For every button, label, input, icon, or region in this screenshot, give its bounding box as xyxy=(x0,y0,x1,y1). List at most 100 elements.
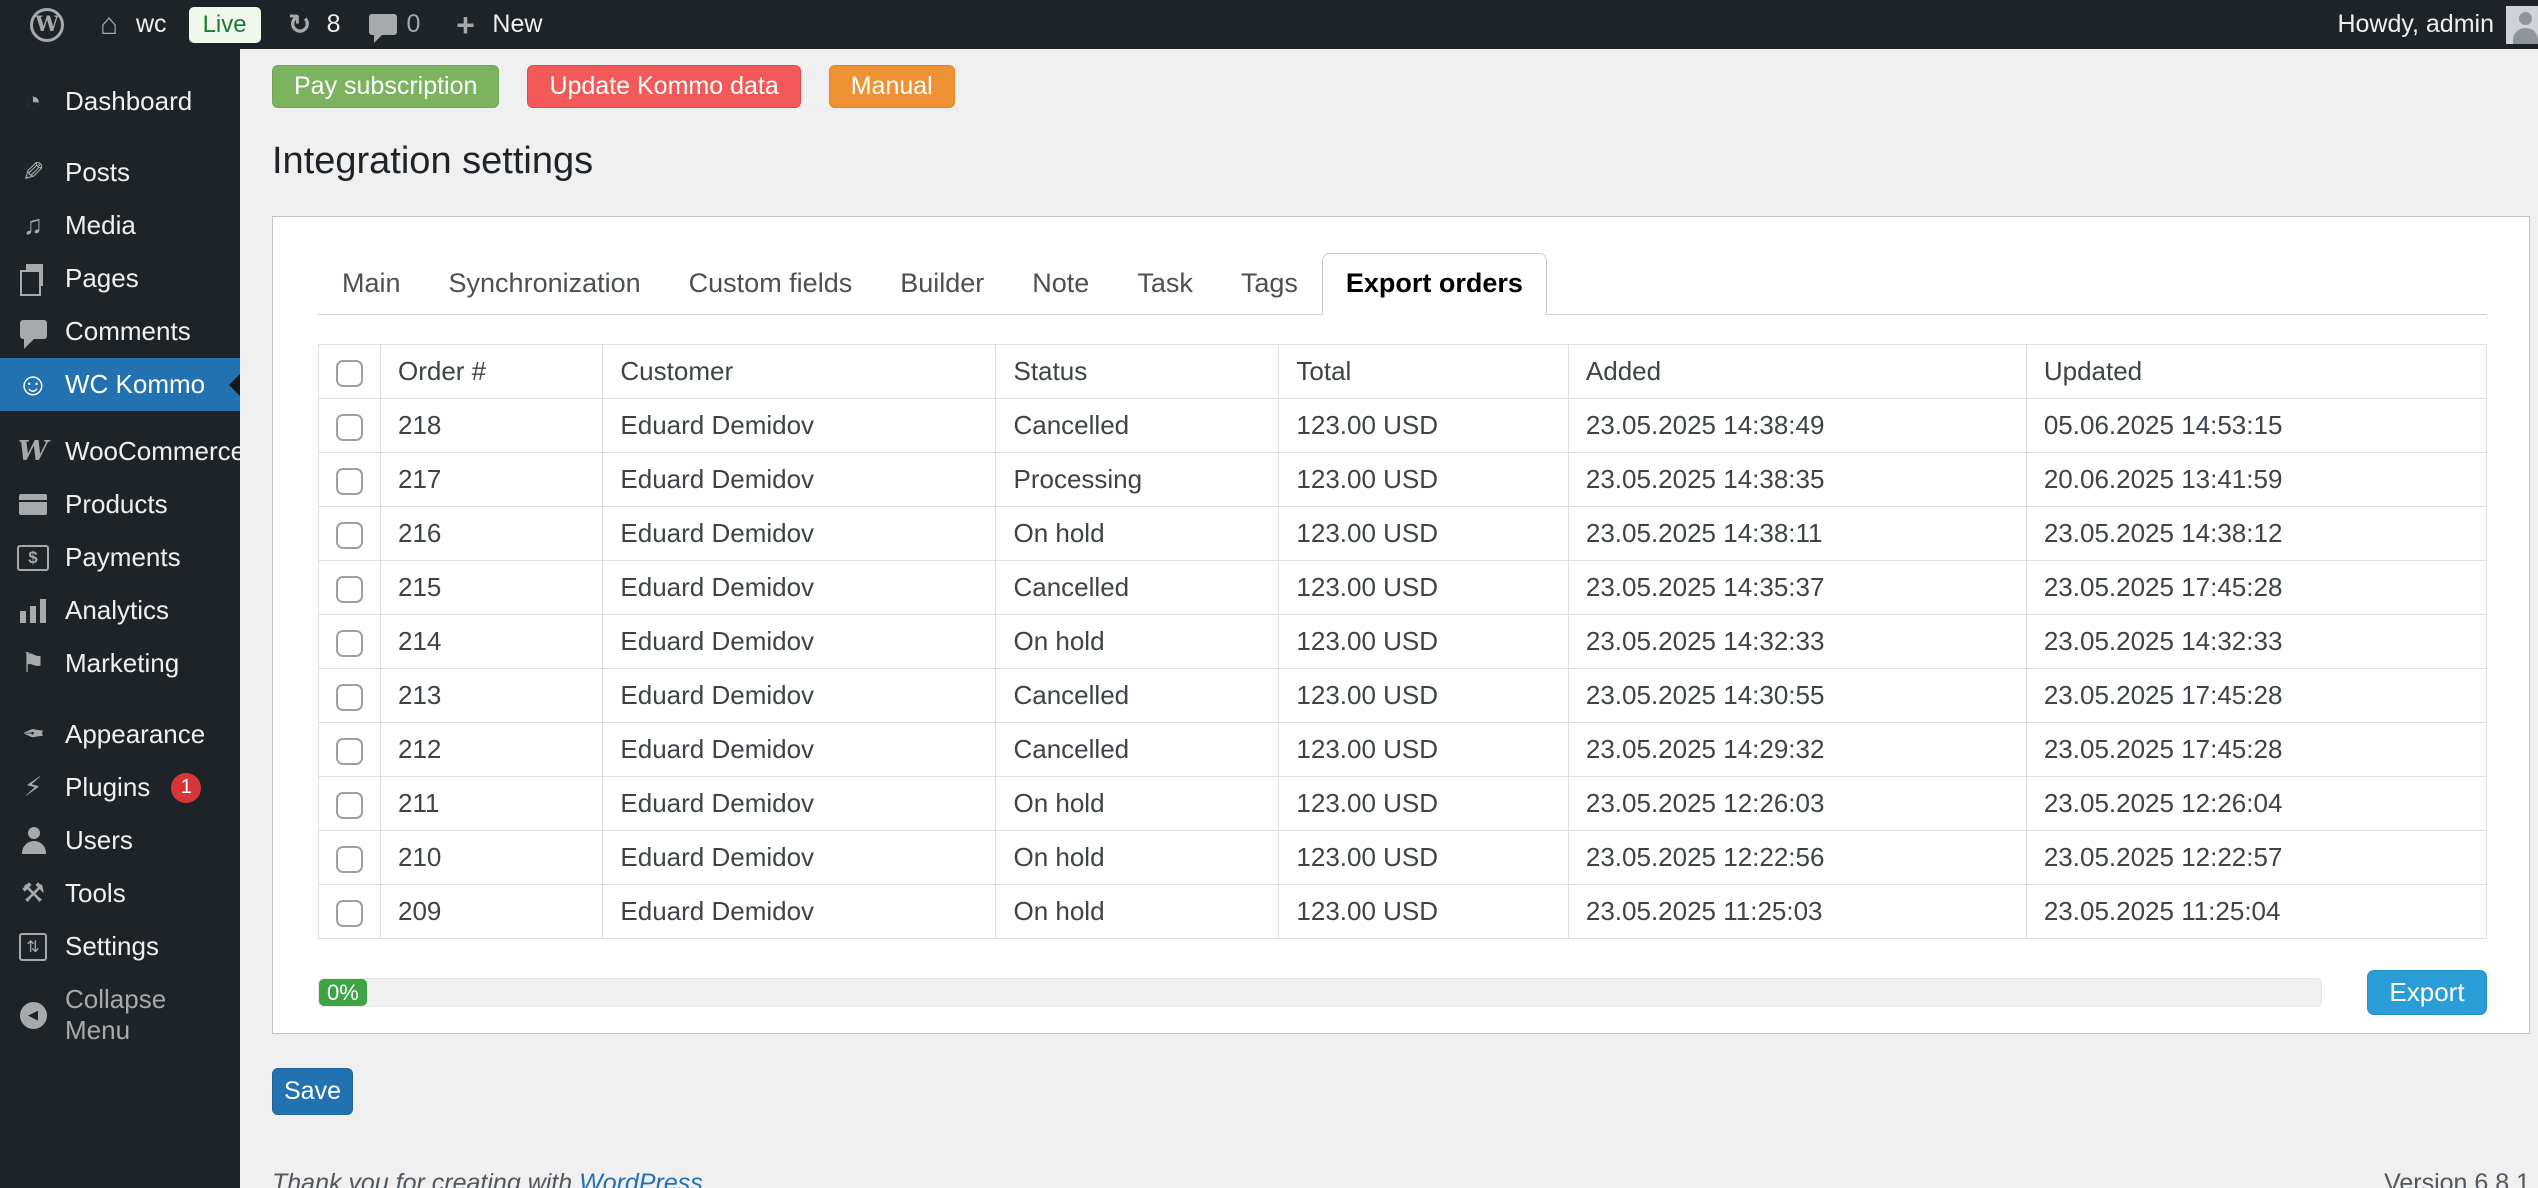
column-header-customer: Customer xyxy=(602,344,997,399)
row-checkbox[interactable] xyxy=(336,791,363,819)
row-select-cell xyxy=(318,506,381,561)
site-menu[interactable]: wc xyxy=(78,0,181,49)
cell-total: 123.00 USD xyxy=(1278,884,1569,939)
pages-icon xyxy=(16,263,50,296)
row-checkbox[interactable] xyxy=(336,467,363,495)
save-button[interactable]: Save xyxy=(272,1068,353,1115)
sidebar-item-tools[interactable]: Tools xyxy=(0,867,240,920)
cell-added: 23.05.2025 14:35:37 xyxy=(1567,560,2027,615)
tools-icon xyxy=(16,879,50,909)
tab-builder[interactable]: Builder xyxy=(876,253,1008,315)
cell-updated: 05.06.2025 14:53:15 xyxy=(2025,398,2488,453)
home-icon xyxy=(92,10,126,40)
sidebar-item-products[interactable]: Products xyxy=(0,478,240,531)
sidebar-item-wc-kommo[interactable]: WC Kommo xyxy=(0,358,240,411)
page-title: Integration settings xyxy=(272,140,594,182)
howdy-text[interactable]: Howdy, admin xyxy=(2337,10,2494,39)
cell-total: 123.00 USD xyxy=(1278,452,1569,507)
sidebar-item-posts[interactable]: Posts xyxy=(0,146,240,199)
live-badge[interactable]: Live xyxy=(188,6,261,43)
row-checkbox[interactable] xyxy=(336,737,363,765)
cell-updated: 20.06.2025 13:41:59 xyxy=(2025,452,2488,507)
row-checkbox[interactable] xyxy=(336,683,363,711)
products-icon xyxy=(16,490,50,520)
sidebar-item-payments[interactable]: Payments xyxy=(0,531,240,584)
row-checkbox[interactable] xyxy=(336,629,363,657)
pay-subscription-button[interactable]: Pay subscription xyxy=(272,65,500,108)
updates-menu[interactable]: 8 xyxy=(269,0,355,49)
cell-updated: 23.05.2025 17:45:28 xyxy=(2025,722,2488,777)
cell-total: 123.00 USD xyxy=(1278,668,1569,723)
cell-customer: Eduard Demidov xyxy=(602,830,997,885)
sidebar-item-appearance[interactable]: Appearance xyxy=(0,708,240,761)
cell-order-number: 216 xyxy=(379,506,604,561)
cell-customer: Eduard Demidov xyxy=(602,722,997,777)
select-all-checkbox[interactable] xyxy=(336,359,363,387)
manual-button[interactable]: Manual xyxy=(828,65,955,108)
sidebar-item-media[interactable]: Media xyxy=(0,199,240,252)
cell-total: 123.00 USD xyxy=(1278,506,1569,561)
wordpress-link[interactable]: WordPress xyxy=(579,1169,703,1188)
cell-customer: Eduard Demidov xyxy=(602,452,997,507)
site-name: wc xyxy=(136,10,167,38)
sidebar-item-collapse-menu[interactable]: Collapse Menu xyxy=(0,973,240,1057)
footer-thanks-prefix: Thank you for creating with xyxy=(272,1169,580,1188)
updates-count: 8 xyxy=(326,10,341,38)
cell-status: On hold xyxy=(995,614,1280,669)
new-menu[interactable]: New xyxy=(434,0,556,49)
row-checkbox[interactable] xyxy=(336,521,363,549)
plugins-icon xyxy=(16,773,50,803)
cell-status: Cancelled xyxy=(995,398,1280,453)
orders-table: Order # Customer Status Total Added Updated 21… xyxy=(318,344,2488,939)
sidebar-item-settings[interactable]: Settings xyxy=(0,920,240,973)
collapse-icon xyxy=(16,1000,50,1030)
sidebar-item-users[interactable]: Users xyxy=(0,814,240,867)
sidebar-item-comments[interactable]: Comments xyxy=(0,305,240,358)
posts-icon xyxy=(16,158,50,188)
column-header-status: Status xyxy=(995,344,1280,399)
cell-added: 23.05.2025 14:32:33 xyxy=(1567,614,2027,669)
row-checkbox[interactable] xyxy=(336,899,363,927)
sidebar-item-marketing[interactable]: Marketing xyxy=(0,637,240,690)
table-row: 215 Eduard Demidov Cancelled 123.00 USD 23.0… xyxy=(318,560,2488,615)
tab-export-orders[interactable]: Export orders xyxy=(1321,253,1547,315)
wc-kommo-icon xyxy=(16,370,50,400)
row-checkbox[interactable] xyxy=(336,575,363,603)
users-icon xyxy=(16,826,50,856)
sidebar-item-pages[interactable]: Pages xyxy=(0,252,240,305)
marketing-icon xyxy=(16,649,50,679)
cell-updated: 23.05.2025 11:25:04 xyxy=(2025,884,2488,939)
tab-custom-fields[interactable]: Custom fields xyxy=(665,253,877,315)
sidebar-item-plugins[interactable]: Plugins 1 xyxy=(0,761,240,814)
column-header-added: Added xyxy=(1567,344,2027,399)
cell-total: 123.00 USD xyxy=(1278,830,1569,885)
tab-note[interactable]: Note xyxy=(1008,253,1113,315)
update-kommo-data-button[interactable]: Update Kommo data xyxy=(527,65,801,108)
cell-total: 123.00 USD xyxy=(1278,560,1569,615)
sidebar-item-analytics[interactable]: Analytics xyxy=(0,584,240,637)
row-select-cell xyxy=(318,884,381,939)
cell-customer: Eduard Demidov xyxy=(602,506,997,561)
wp-logo-menu[interactable] xyxy=(16,0,78,49)
tab-task[interactable]: Task xyxy=(1113,253,1217,315)
row-checkbox[interactable] xyxy=(336,413,363,441)
table-row: 214 Eduard Demidov On hold 123.00 USD 23.05.… xyxy=(318,614,2488,669)
cell-added: 23.05.2025 12:26:03 xyxy=(1567,776,2027,831)
comments-menu[interactable]: 0 xyxy=(355,0,435,49)
cell-order-number: 210 xyxy=(379,830,604,885)
cell-customer: Eduard Demidov xyxy=(602,776,997,831)
tab-tags[interactable]: Tags xyxy=(1217,253,1322,315)
cell-customer: Eduard Demidov xyxy=(602,614,997,669)
cell-order-number: 214 xyxy=(379,614,604,669)
row-select-cell xyxy=(318,776,381,831)
export-button[interactable]: Export xyxy=(2367,970,2487,1015)
row-checkbox[interactable] xyxy=(336,845,363,873)
row-select-cell xyxy=(318,398,381,453)
sidebar-item-woocommerce[interactable]: WooCommerce xyxy=(0,425,245,478)
analytics-icon xyxy=(16,596,50,626)
tab-main[interactable]: Main xyxy=(318,253,425,315)
tab-synchronization[interactable]: Synchronization xyxy=(425,253,665,315)
cell-status: Processing xyxy=(995,452,1280,507)
sidebar-item-dashboard[interactable]: Dashboard xyxy=(0,75,240,128)
avatar[interactable] xyxy=(2506,5,2538,44)
